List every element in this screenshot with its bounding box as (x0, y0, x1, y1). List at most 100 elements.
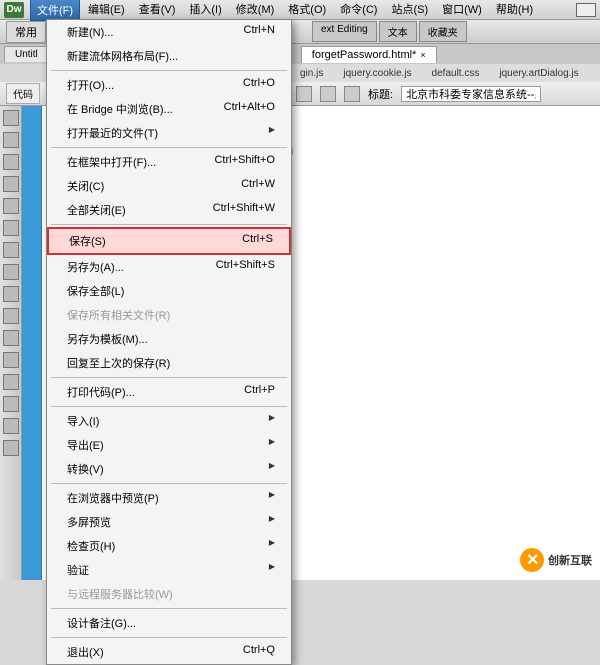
menu-file[interactable]: 文件(F) (30, 0, 80, 21)
menu-item-label: 保存所有相关文件(R) (67, 307, 170, 323)
app-logo: Dw (4, 2, 24, 18)
menu-item-label: 保存全部(L) (67, 283, 124, 299)
close-icon[interactable]: × (420, 50, 425, 60)
tool-icon[interactable] (3, 286, 19, 302)
tool-icon[interactable] (3, 418, 19, 434)
menu-item[interactable]: 打开最近的文件(T) (47, 121, 291, 145)
menu-item[interactable]: 与远程服务器比较(W) (47, 582, 291, 606)
tab-text[interactable]: 文本 (379, 21, 417, 42)
menu-item[interactable]: 验证 (47, 558, 291, 582)
menu-item-shortcut: Ctrl+N (244, 24, 275, 40)
tool-icon[interactable] (3, 374, 19, 390)
tool-icon[interactable] (3, 440, 19, 456)
menu-window[interactable]: 窗口(W) (436, 0, 488, 21)
menu-item[interactable]: 打开(O)...Ctrl+O (47, 73, 291, 97)
menu-bar: Dw 文件(F) 编辑(E) 查看(V) 插入(I) 修改(M) 格式(O) 命… (0, 0, 600, 20)
menu-item-label: 保存(S) (69, 233, 106, 249)
gutter (22, 106, 42, 580)
menu-item-shortcut: Ctrl+O (243, 77, 275, 93)
menu-item[interactable]: 打印代码(P)...Ctrl+P (47, 380, 291, 404)
menu-separator (51, 224, 287, 225)
menu-item[interactable]: 设计备注(G)... (47, 611, 291, 635)
coding-toolbar (0, 106, 22, 580)
menu-separator (51, 406, 287, 407)
menu-item-label: 在 Bridge 中浏览(B)... (67, 101, 173, 117)
menu-item[interactable]: 保存全部(L) (47, 279, 291, 303)
menu-item[interactable]: 全部关闭(E) Ctrl+Shift+W (47, 198, 291, 222)
menu-help[interactable]: 帮助(H) (490, 0, 539, 21)
layout-switcher-icon[interactable] (576, 3, 596, 17)
menu-item[interactable]: 在浏览器中预览(P) (47, 486, 291, 510)
menu-item-label: 在浏览器中预览(P) (67, 490, 159, 506)
menu-modify[interactable]: 修改(M) (230, 0, 281, 21)
tab-text-editing[interactable]: ext Editing (312, 21, 377, 42)
tool-icon[interactable] (3, 132, 19, 148)
menu-separator (51, 608, 287, 609)
menu-separator (51, 483, 287, 484)
menu-item[interactable]: 在框架中打开(F)...Ctrl+Shift+O (47, 150, 291, 174)
title-label: 标题: (368, 86, 393, 102)
tool-icon[interactable] (3, 264, 19, 280)
menu-insert[interactable]: 插入(I) (183, 0, 227, 21)
toolbar-icon[interactable] (296, 86, 312, 102)
menu-item-label: 导入(I) (67, 413, 99, 429)
tool-icon[interactable] (3, 308, 19, 324)
menu-item[interactable]: 在 Bridge 中浏览(B)... Ctrl+Alt+O (47, 97, 291, 121)
menu-edit[interactable]: 编辑(E) (82, 0, 131, 21)
menu-item-shortcut: Ctrl+Q (243, 644, 275, 660)
menu-item-label: 退出(X) (67, 644, 104, 660)
file-tab-untitled[interactable]: Untitl (4, 46, 49, 62)
page-title-input[interactable] (401, 86, 541, 102)
watermark-logo-icon: ✕ (520, 548, 544, 572)
menu-item-shortcut: Ctrl+Shift+W (213, 202, 275, 218)
menu-item[interactable]: 转换(V) (47, 457, 291, 481)
menu-item-label: 检查页(H) (67, 538, 115, 554)
menu-item-label: 全部关闭(E) (67, 202, 126, 218)
refresh-icon[interactable] (344, 86, 360, 102)
tool-icon[interactable] (3, 154, 19, 170)
menu-command[interactable]: 命令(C) (334, 0, 383, 21)
menu-item[interactable]: 新建流体网格布局(F)... (47, 44, 291, 68)
tool-icon[interactable] (3, 242, 19, 258)
menu-item[interactable]: 导出(E) (47, 433, 291, 457)
related-file[interactable]: gin.js (294, 67, 329, 80)
related-file[interactable]: jquery.cookie.js (337, 67, 417, 80)
file-tab-active[interactable]: forgetPassword.html*× (301, 46, 437, 63)
menu-item[interactable]: 新建(N)... Ctrl+N (47, 20, 291, 44)
menu-site[interactable]: 站点(S) (385, 0, 434, 21)
tool-icon[interactable] (3, 110, 19, 126)
tool-icon[interactable] (3, 396, 19, 412)
menu-item-label: 新建流体网格布局(F)... (67, 48, 178, 64)
menu-item[interactable]: 关闭(C)Ctrl+W (47, 174, 291, 198)
menu-item[interactable]: 检查页(H) (47, 534, 291, 558)
menu-format[interactable]: 格式(O) (282, 0, 332, 21)
tool-icon[interactable] (3, 176, 19, 192)
watermark: ✕ 创新互联 (520, 548, 592, 572)
related-file[interactable]: default.css (426, 67, 486, 80)
menu-item[interactable]: 保存(S)Ctrl+S (47, 227, 291, 255)
menu-item-shortcut: Ctrl+Alt+O (224, 101, 275, 117)
tool-icon[interactable] (3, 198, 19, 214)
menu-view[interactable]: 查看(V) (133, 0, 182, 21)
code-view-button[interactable]: 代码 (6, 83, 40, 104)
menu-item[interactable]: 回复至上次的保存(R) (47, 351, 291, 375)
menu-item-label: 另存为(A)... (67, 259, 124, 275)
menu-item-label: 与远程服务器比较(W) (67, 586, 173, 602)
menu-item[interactable]: 多屏预览 (47, 510, 291, 534)
menu-item-label: 打开最近的文件(T) (67, 125, 158, 141)
tool-icon[interactable] (3, 220, 19, 236)
tool-icon[interactable] (3, 330, 19, 346)
menu-item[interactable]: 另存为模板(M)... (47, 327, 291, 351)
toolbar-icon[interactable] (320, 86, 336, 102)
menu-item[interactable]: 导入(I) (47, 409, 291, 433)
menu-item-label: 新建(N)... (67, 24, 113, 40)
tool-icon[interactable] (3, 352, 19, 368)
related-file[interactable]: jquery.artDialog.js (493, 67, 584, 80)
menu-separator (51, 70, 287, 71)
menu-item[interactable]: 退出(X) Ctrl+Q (47, 640, 291, 664)
tab-favorites[interactable]: 收藏夹 (419, 21, 467, 42)
menu-item-label: 回复至上次的保存(R) (67, 355, 170, 371)
insert-category-dropdown[interactable]: 常用 (6, 21, 46, 43)
menu-item[interactable]: 保存所有相关文件(R) (47, 303, 291, 327)
menu-item[interactable]: 另存为(A)...Ctrl+Shift+S (47, 255, 291, 279)
